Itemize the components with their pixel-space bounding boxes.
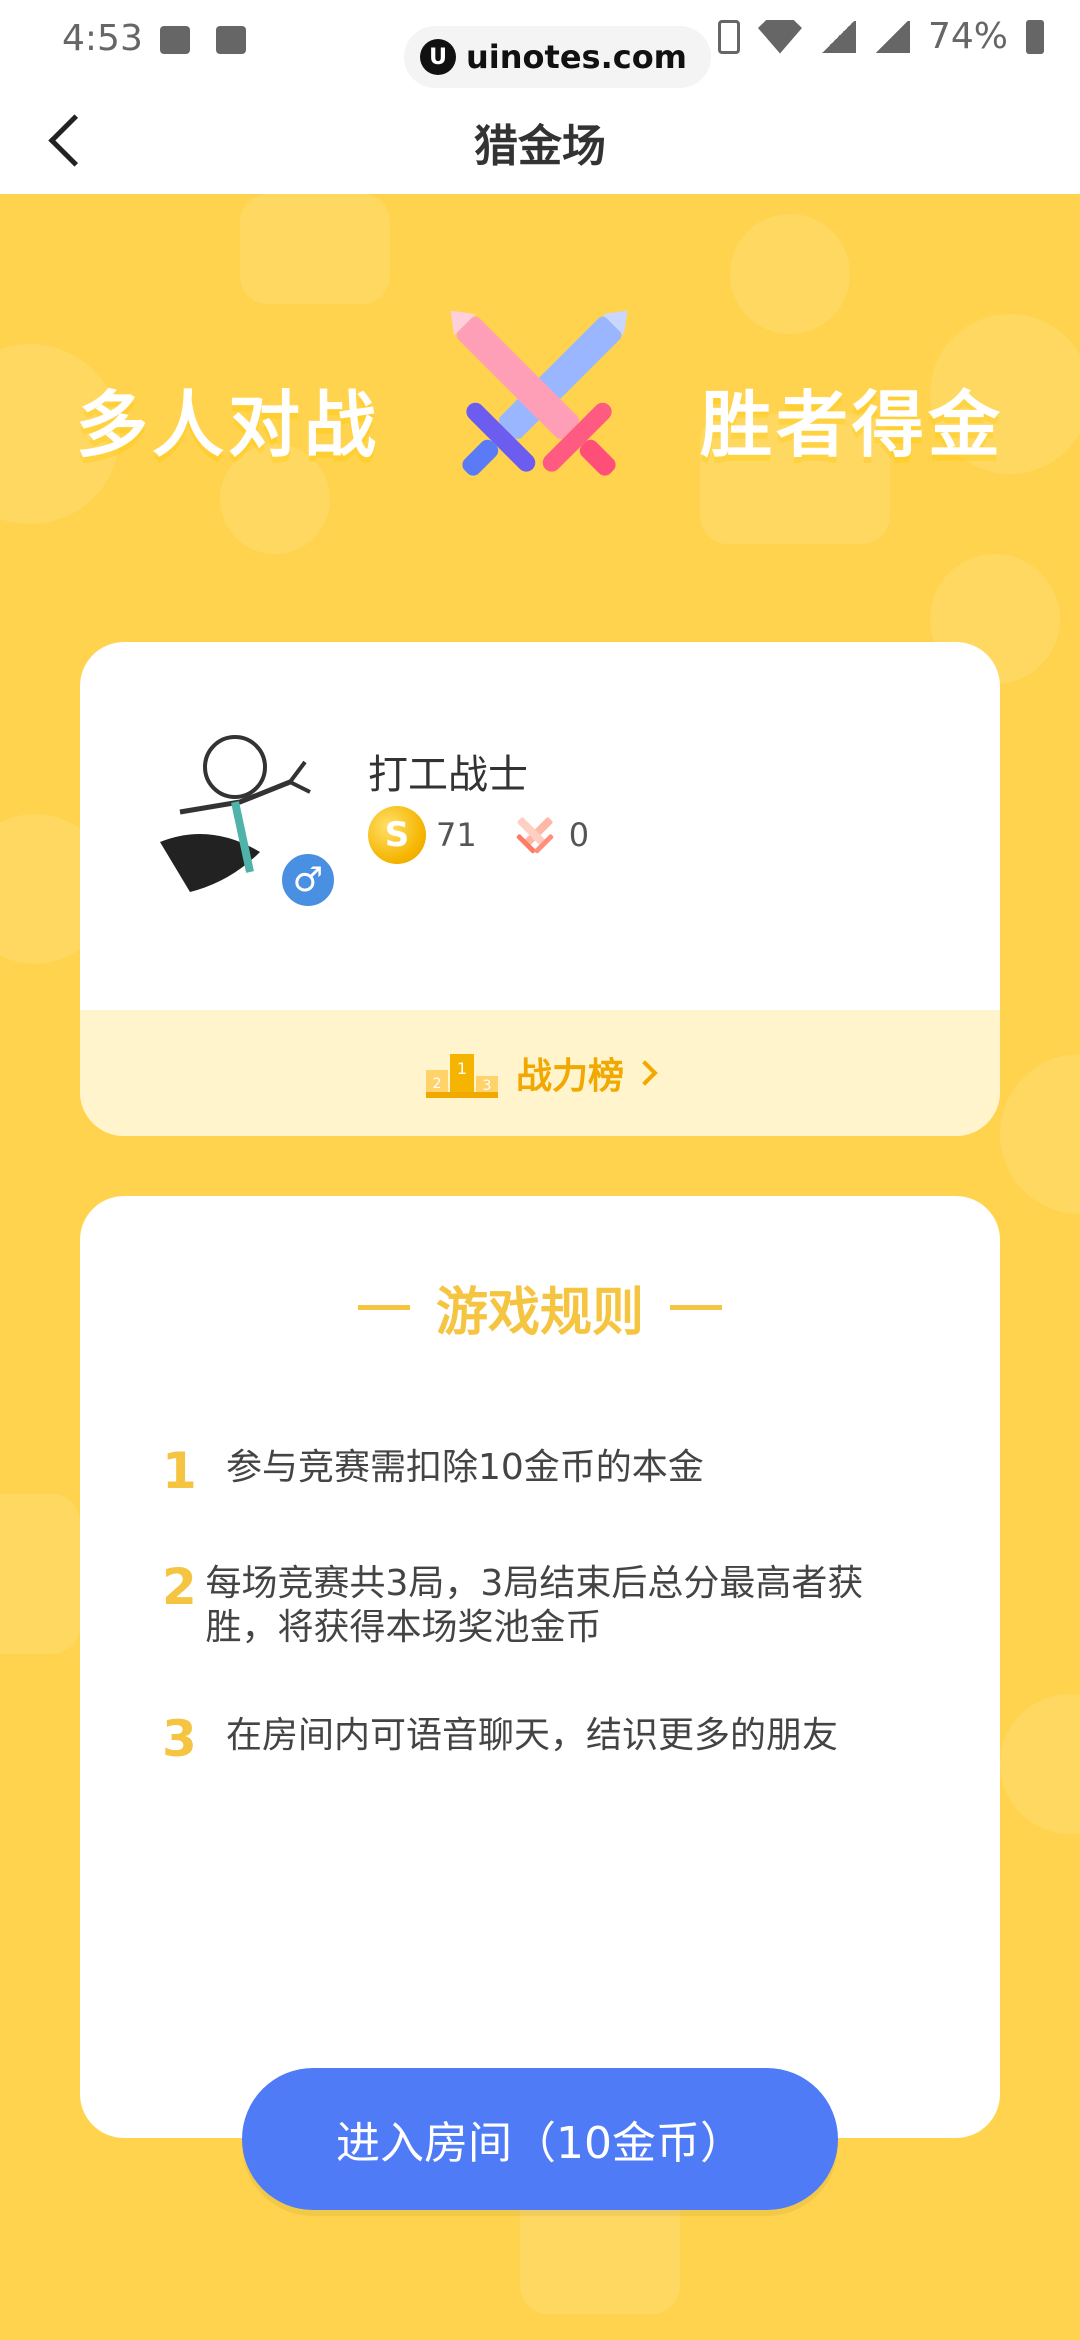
- podium-first: 1: [457, 1059, 467, 1078]
- gender-badge: ♂: [278, 850, 338, 910]
- app-header: 猎金场: [0, 90, 1080, 194]
- page-title: 猎金场: [474, 121, 606, 172]
- decor-shape: [0, 1494, 80, 1654]
- decor-shape: [240, 194, 390, 304]
- banner: 多人对战 胜者得金: [0, 310, 1080, 480]
- rule-number: 3: [162, 1710, 197, 1768]
- decor-shape: [730, 214, 850, 334]
- banner-left-text: 多人对战: [76, 383, 381, 467]
- signal-icon-2: [873, 20, 910, 53]
- podium-third: 3: [483, 1078, 492, 1094]
- rule-text: 在房间内可语音聊天，结识更多的朋友: [226, 1715, 839, 1756]
- status-icons: 74%: [717, 16, 1044, 57]
- signal-icon: [819, 20, 856, 53]
- rules-title: 游戏规则: [435, 1283, 644, 1343]
- chevron-right-icon: [632, 1060, 658, 1086]
- decor-shape: [1000, 1694, 1080, 1834]
- wifi-icon: [757, 19, 802, 54]
- username: 打工战士: [368, 752, 528, 798]
- divider: [357, 1305, 410, 1310]
- leaderboard-label: 战力榜: [515, 1056, 624, 1097]
- podium-second: 2: [433, 1076, 442, 1092]
- rule-number: 2: [162, 1558, 197, 1616]
- rule-item: 3 在房间内可语音聊天，结识更多的朋友: [162, 1710, 922, 1768]
- status-bar: 4:53 U uinotes.com 74%: [0, 0, 1080, 90]
- sword-icon: [516, 817, 553, 854]
- rule-text: 每场竞赛共3局，3局结束后总分最高者获胜，将获得本场奖池金币: [205, 1563, 864, 1648]
- rule-text: 参与竞赛需扣除10金币的本金: [226, 1447, 704, 1488]
- rule-number: 1: [162, 1442, 197, 1500]
- status-time: 4:53: [62, 18, 143, 59]
- leaderboard-link[interactable]: 2 1 3 战力榜: [80, 1010, 1000, 1136]
- coin-icon: S: [368, 806, 426, 864]
- rule-item: 2 每场竞赛共3局，3局结束后总分最高者获胜，将获得本场奖池金币: [162, 1558, 922, 1650]
- podium-icon: 2 1 3: [425, 1054, 498, 1098]
- image-notification-icon: [160, 26, 190, 54]
- rules-card: 游戏规则 1 参与竞赛需扣除10金币的本金 2 每场竞赛共3局，3局结束后总分最…: [80, 1196, 1000, 2138]
- rule-item: 1 参与竞赛需扣除10金币的本金: [162, 1442, 922, 1500]
- battery-icon: [1026, 19, 1044, 54]
- watermark: U uinotes.com: [404, 26, 712, 88]
- divider: [670, 1305, 722, 1310]
- coin-count: 71: [436, 816, 477, 854]
- vibrate-icon: [717, 19, 740, 54]
- watermark-text: uinotes.com: [466, 38, 688, 76]
- banner-right-text: 胜者得金: [699, 383, 1004, 467]
- battery-percent: 74%: [927, 16, 1008, 57]
- profile-card: ♂ 打工战士 S 71 0 2 1 3 战力榜: [80, 642, 1000, 1136]
- user-stats: S 71 0: [368, 806, 623, 864]
- win-count: 0: [568, 816, 590, 854]
- decor-shape: [1000, 1054, 1080, 1214]
- crossed-swords-icon: [450, 310, 628, 476]
- message-notification-icon: [216, 26, 246, 54]
- watermark-logo-icon: U: [420, 39, 456, 75]
- rules-title-row: 游戏规则: [80, 1270, 1000, 1345]
- enter-room-button[interactable]: 进入房间（10金币）: [242, 2068, 838, 2210]
